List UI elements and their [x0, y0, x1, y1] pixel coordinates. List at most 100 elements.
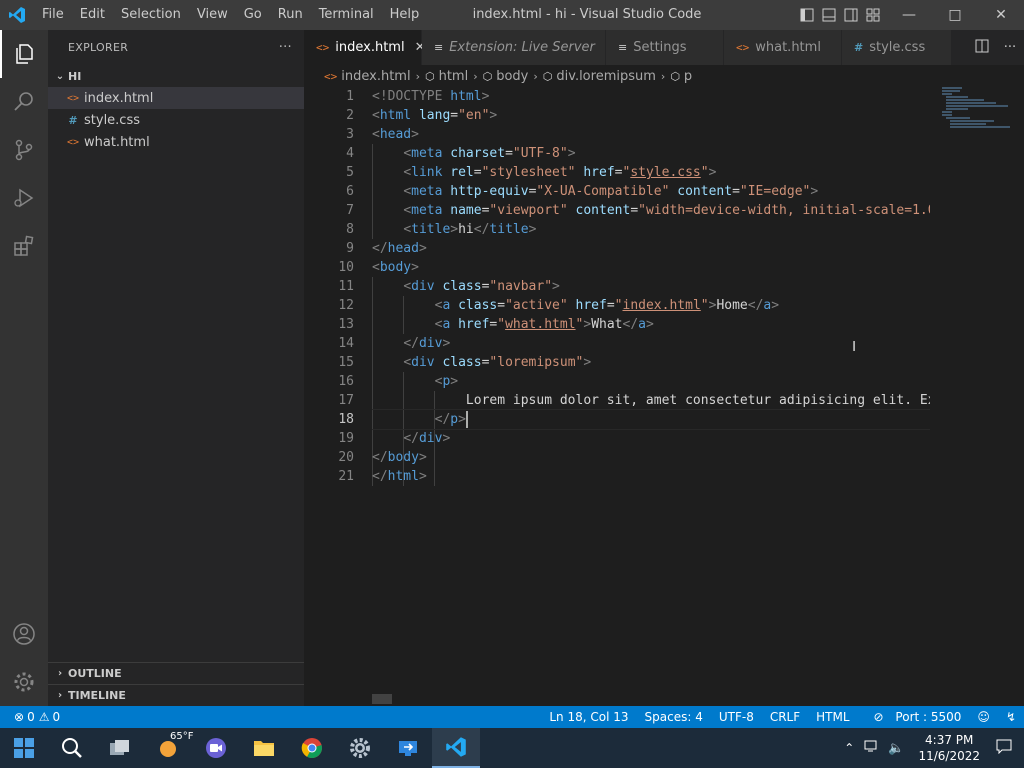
css-file-icon: # [68, 113, 78, 127]
customize-layout-icon[interactable] [862, 0, 884, 30]
close-window-icon[interactable]: ✕ [978, 0, 1024, 30]
tab-index-html[interactable]: <> index.html ✕ [304, 30, 425, 65]
language-mode[interactable]: HTML [808, 710, 857, 724]
volume-icon[interactable]: 🔈 [884, 741, 908, 756]
menu-selection[interactable]: Selection [113, 0, 189, 30]
file-index-html[interactable]: <> index.html [48, 87, 304, 109]
file-explorer-icon[interactable] [240, 728, 288, 768]
windows-taskbar: 65°F ⌃ 🔈 4:37 PM 11/6/2022 [0, 728, 1024, 768]
menu-go[interactable]: Go [236, 0, 270, 30]
toggle-secondary-sidebar-icon[interactable] [840, 0, 862, 30]
breadcrumb-p[interactable]: p [684, 69, 692, 84]
tab-settings[interactable]: ≡ Settings [606, 30, 724, 65]
code-line: <meta name="viewport" content="width=dev… [403, 203, 930, 218]
remote-desktop-icon[interactable] [384, 728, 432, 768]
code-line: <link rel="stylesheet" href="style.css"> [403, 165, 717, 180]
encoding[interactable]: UTF-8 [711, 710, 762, 724]
chevron-up-icon[interactable]: ⌃ [838, 741, 860, 755]
more-actions-icon[interactable]: ··· [279, 40, 292, 55]
code-line: <div class="navbar"> [403, 279, 560, 294]
outline-section[interactable]: › OUTLINE [48, 662, 304, 684]
vscode-logo-icon[interactable] [0, 0, 34, 30]
breadcrumb-div[interactable]: div.loremipsum [556, 69, 656, 84]
source-control-icon[interactable] [0, 126, 48, 174]
outline-label: OUTLINE [68, 667, 122, 680]
search-taskbar-icon[interactable] [48, 728, 96, 768]
file-what-html[interactable]: <> what.html [48, 131, 304, 153]
tab-extension-live-server[interactable]: ≡ Extension: Live Server [422, 30, 606, 65]
file-name: index.html [84, 90, 154, 106]
search-icon[interactable] [0, 78, 48, 126]
error-icon: ⊗ [14, 710, 25, 724]
menu-edit[interactable]: Edit [72, 0, 113, 30]
port-icon: ⊘ [873, 710, 888, 724]
line-number: 14 [338, 336, 354, 351]
activity-bar [0, 30, 48, 706]
code-content[interactable]: <!DOCTYPE html> <html lang="en"> <head> … [372, 87, 930, 486]
explorer-icon[interactable] [0, 30, 48, 78]
code-editor[interactable]: 1 2 3 4 5 6 7 8 9 10 11 12 13 14 15 16 1… [304, 87, 1024, 706]
meet-video-icon[interactable] [192, 728, 240, 768]
indentation[interactable]: Spaces: 4 [637, 710, 711, 724]
settings-app-icon[interactable] [336, 728, 384, 768]
menu-file[interactable]: File [34, 0, 72, 30]
end-of-line[interactable]: CRLF [762, 710, 808, 724]
task-view-icon[interactable] [96, 728, 144, 768]
live-server-port[interactable]: ⊘ Port : 5500 [858, 710, 970, 724]
minimap[interactable] [934, 87, 1024, 706]
code-line: <body> [372, 260, 419, 275]
horizontal-scrollbar[interactable] [372, 694, 392, 704]
cursor-position[interactable]: Ln 18, Col 13 [541, 710, 636, 724]
breadcrumb-file[interactable]: index.html [341, 69, 410, 84]
chrome-icon[interactable] [288, 728, 336, 768]
line-number: 5 [346, 165, 354, 180]
extensions-icon[interactable] [0, 222, 48, 270]
vscode-taskbar-icon[interactable] [432, 728, 480, 768]
accounts-icon[interactable] [0, 610, 48, 658]
menu-terminal[interactable]: Terminal [311, 0, 382, 30]
minimize-icon[interactable]: — [886, 0, 932, 30]
code-line: </div> [403, 336, 451, 351]
feedback-icon[interactable]: ☺ [969, 710, 998, 724]
notifications-bell-icon[interactable]: ↯ [998, 710, 1024, 724]
timeline-section[interactable]: › TIMELINE [48, 684, 304, 706]
run-debug-icon[interactable] [0, 174, 48, 222]
system-clock[interactable]: 4:37 PM 11/6/2022 [908, 732, 990, 764]
maximize-icon[interactable]: □ [932, 0, 978, 30]
file-name: what.html [84, 134, 150, 150]
menu-help[interactable]: Help [382, 0, 428, 30]
clock-date: 11/6/2022 [918, 749, 980, 763]
weather-icon[interactable]: 65°F [144, 728, 193, 768]
title-bar: File Edit Selection View Go Run Terminal… [0, 0, 1024, 30]
element-icon: ⬡ [482, 69, 493, 83]
explorer-title: EXPLORER [68, 41, 129, 54]
breadcrumb-html[interactable]: html [439, 69, 469, 84]
toggle-panel-icon[interactable] [818, 0, 840, 30]
toggle-sidebar-icon[interactable] [796, 0, 818, 30]
more-actions-icon[interactable]: ··· [996, 40, 1024, 55]
split-editor-icon[interactable] [968, 39, 996, 57]
element-icon: ⬡ [542, 69, 553, 83]
network-icon[interactable] [860, 739, 884, 757]
tab-what-html[interactable]: <> what.html [724, 30, 842, 65]
line-number: 4 [346, 146, 354, 161]
line-number: 18 [338, 412, 354, 427]
windows-start-icon[interactable] [0, 728, 48, 768]
menu-view[interactable]: View [189, 0, 236, 30]
breadcrumb-body[interactable]: body [496, 69, 528, 84]
settings-gear-icon[interactable] [0, 658, 48, 706]
chevron-right-icon: › [473, 69, 478, 83]
notification-center-icon[interactable] [990, 738, 1024, 758]
settings-file-icon: ≡ [618, 41, 628, 54]
system-tray: ⌃ 🔈 4:37 PM 11/6/2022 [838, 728, 1024, 768]
port-label: Port : 5500 [895, 710, 962, 724]
minimap-content [942, 87, 1012, 132]
file-style-css[interactable]: # style.css [48, 109, 304, 131]
problems-indicator[interactable]: ⊗ 0 ⚠ 0 [0, 710, 60, 724]
line-number: 10 [338, 260, 354, 275]
tab-style-css[interactable]: # style.css [842, 30, 952, 65]
menu-run[interactable]: Run [270, 0, 311, 30]
folder-hi[interactable]: ⌄ HI [48, 65, 304, 87]
line-number: 2 [346, 108, 354, 123]
code-line: <title>hi</title> [403, 222, 537, 237]
